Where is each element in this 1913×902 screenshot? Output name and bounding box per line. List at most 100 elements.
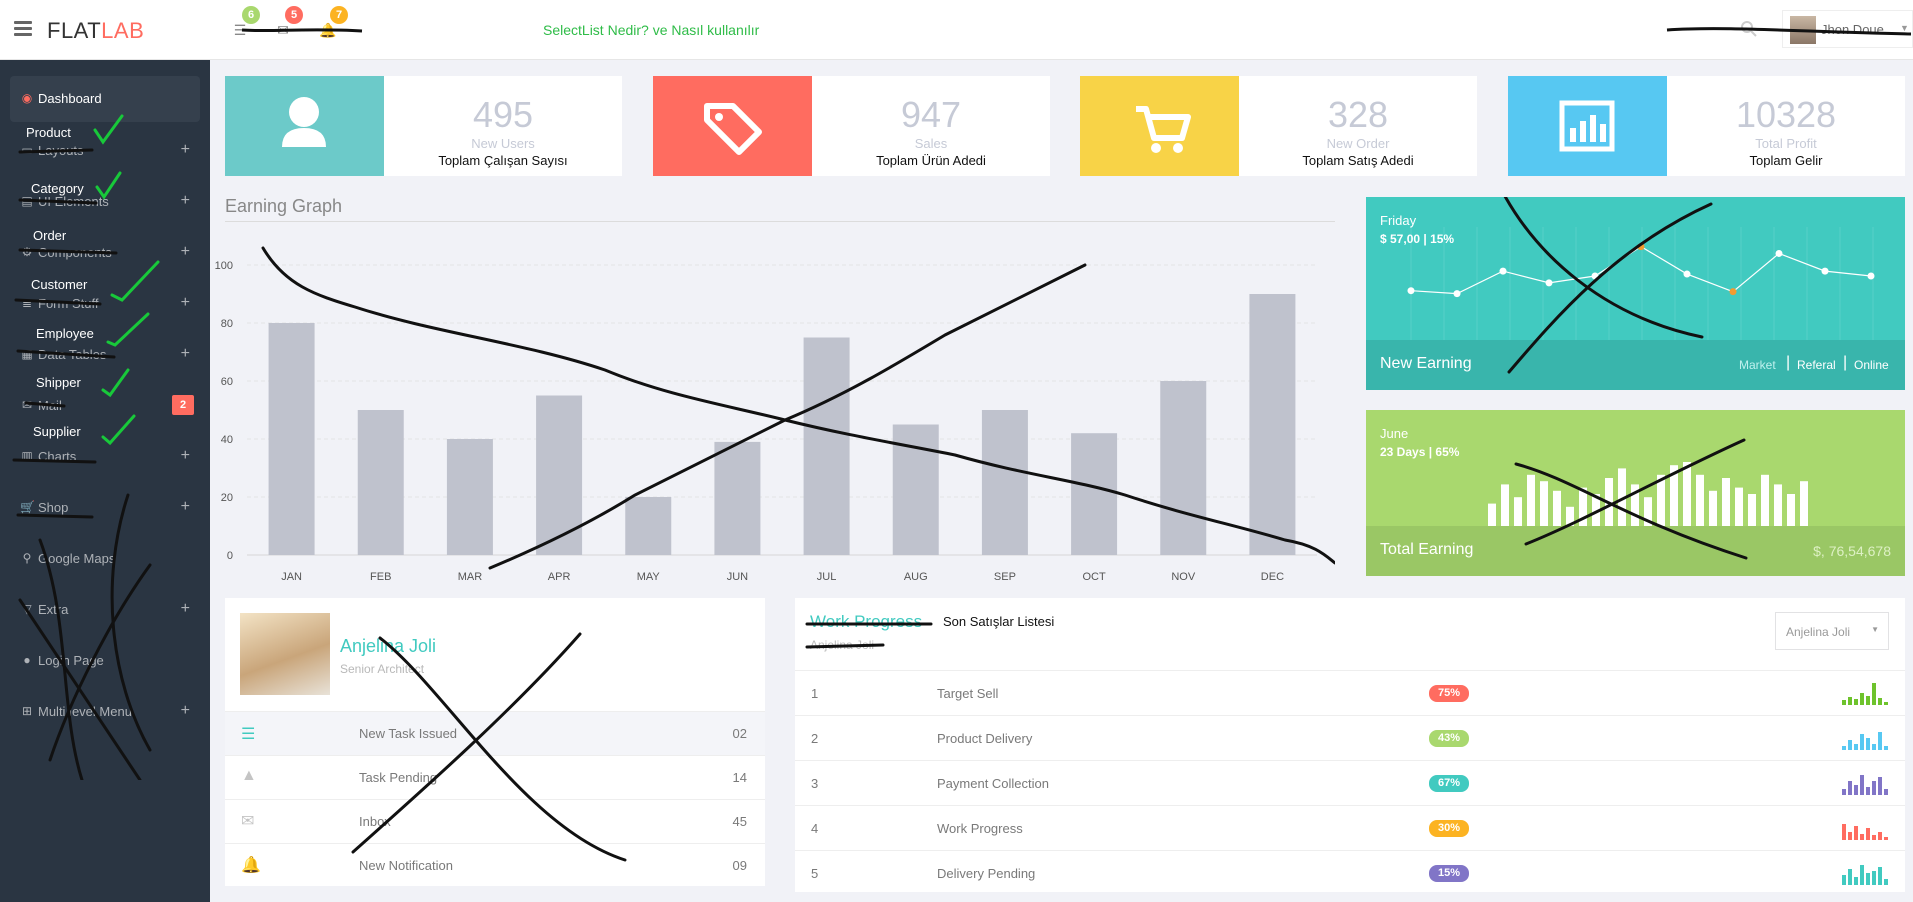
list-item[interactable]: ☰ New Task Issued 02 <box>225 711 765 755</box>
sidebar: ◉ Dashboard ▭ Layouts + ▤ UI Elements + ⚙ Comp… <box>0 60 210 902</box>
y-tick-label: 0 <box>227 550 233 562</box>
tags-icon <box>653 76 812 176</box>
sparkline-point <box>1821 267 1829 275</box>
sparkline-bar <box>1866 696 1870 705</box>
list-item[interactable]: 🔔 New Notification 09 <box>225 843 765 887</box>
list-value: 09 <box>732 858 747 873</box>
sparkline-bar <box>1579 487 1587 526</box>
person-select[interactable]: Anjelina Joli ▼ <box>1775 612 1889 650</box>
stat-card-orders[interactable]: 328 New Order Toplam Satış Adedi <box>1080 76 1477 176</box>
link-market[interactable]: Market <box>1739 358 1776 372</box>
bell-notification-icon[interactable]: 🔔 7 <box>316 6 348 42</box>
sparkline-bar <box>1884 746 1888 750</box>
table-row[interactable]: 2 Product Delivery 43% <box>795 715 1905 760</box>
search-icon[interactable] <box>1740 20 1758 38</box>
new-earning-panel: Friday $ 57,00 | 15% New Earning Market … <box>1366 197 1905 390</box>
sparkline-bar <box>1848 832 1852 840</box>
bell-badge: 7 <box>330 6 348 24</box>
sparkline-bar <box>1866 738 1870 750</box>
tasks-notification-icon[interactable]: ☰ 6 <box>228 6 260 42</box>
sparkline-bar <box>1657 474 1665 526</box>
link-online[interactable]: Online <box>1854 358 1889 372</box>
inbox-badge: 5 <box>285 6 303 24</box>
y-tick-label: 100 <box>215 260 233 272</box>
sparkline-point <box>1407 287 1415 295</box>
sparkline-icon <box>1842 824 1888 840</box>
link-referal[interactable]: Referal <box>1797 358 1836 372</box>
list-value: 02 <box>732 726 747 741</box>
handwritten-product: Product <box>26 125 71 140</box>
sidebar-item-google-maps[interactable]: ⚲ Google Maps <box>10 536 200 582</box>
sparkline-bar <box>1860 834 1864 840</box>
sparkline-bar <box>1848 697 1852 705</box>
profile-photo <box>240 613 330 695</box>
stat-card-sales[interactable]: 947 Sales Toplam Ürün Adedi <box>653 76 1050 176</box>
list-label: Inbox <box>359 814 391 829</box>
book-icon: ▤ <box>21 194 33 208</box>
percent-badge: 43% <box>1429 730 1469 747</box>
table-row[interactable]: 4 Work Progress 30% <box>795 805 1905 850</box>
logo[interactable]: FLATLAB <box>47 18 144 44</box>
sparkline-bar <box>1644 497 1652 526</box>
sidebar-item-charts[interactable]: ▥ Charts + <box>10 434 200 480</box>
sparkline-bar <box>1842 789 1846 795</box>
sidebar-item-extra[interactable]: ▽ Extra + <box>10 587 200 633</box>
sparkline-bar <box>1761 474 1769 526</box>
user-menu[interactable]: Jhon Doue ▼ <box>1782 10 1913 48</box>
sparkline-bar <box>1631 484 1639 526</box>
list-item[interactable]: ▲ Task Pending 14 <box>225 755 765 799</box>
sparkline-point <box>1499 267 1507 275</box>
logo-text-a: FLAT <box>47 18 102 43</box>
percent-badge: 30% <box>1429 820 1469 837</box>
table-row[interactable]: 5 Delivery Pending 15% <box>795 850 1905 895</box>
sparkline-bar <box>1540 481 1548 526</box>
user-icon: ● <box>23 653 31 667</box>
sparkline-bar <box>1774 484 1782 526</box>
dashboard-icon: ◉ <box>21 91 33 105</box>
bar <box>268 323 315 555</box>
percent-badge: 67% <box>1429 775 1469 792</box>
table-row[interactable]: 3 Payment Collection 67% <box>795 760 1905 805</box>
sparkline-bar <box>1722 478 1730 526</box>
list-label: New Task Issued <box>359 726 458 741</box>
sidebar-item-login-page[interactable]: ● Login Page <box>10 638 200 684</box>
tasks-badge: 6 <box>242 6 260 24</box>
separator: | <box>1786 354 1791 371</box>
bar <box>536 395 583 555</box>
warning-icon: ▲ <box>241 767 257 784</box>
sparkline-bar <box>1860 775 1864 795</box>
sparkline-bar <box>1872 683 1876 705</box>
sparkline-point <box>1867 272 1875 280</box>
inbox-notification-icon[interactable]: ✉ 5 <box>271 6 303 42</box>
sparkline-point <box>1775 249 1783 257</box>
profile-name[interactable]: Anjelina Joli <box>340 636 436 657</box>
th-icon: ▦ <box>21 347 33 361</box>
table-row[interactable]: 1 Target Sell 75% <box>795 670 1905 715</box>
sidebar-item-dashboard[interactable]: ◉ Dashboard <box>10 76 200 122</box>
handwritten-customer: Customer <box>31 277 88 292</box>
user-icon <box>225 76 384 176</box>
stat-note: Toplam Satış Adedi <box>1302 153 1414 168</box>
stat-sub: Total Profit <box>1755 136 1817 151</box>
plus-icon: + <box>180 702 190 719</box>
avatar <box>1790 16 1816 44</box>
sidebar-item-label: Data Tables <box>38 347 107 362</box>
handwritten-supplier: Supplier <box>33 424 81 439</box>
sparkline-bar <box>1848 869 1852 885</box>
list-item[interactable]: ✉ Inbox 45 <box>225 799 765 843</box>
sparkline-bar <box>1566 506 1574 526</box>
sparkline-bar <box>1884 702 1888 705</box>
bar <box>803 337 850 555</box>
x-tick-label: MAR <box>458 571 483 583</box>
sparkline-bar <box>1872 871 1876 885</box>
menu-toggle-icon[interactable] <box>14 21 32 36</box>
sidebar-item-shop[interactable]: 🛒 Shop + <box>10 485 200 531</box>
sparkline-bar <box>1878 698 1882 705</box>
stat-card-profit[interactable]: 10328 Total Profit Toplam Gelir <box>1508 76 1905 176</box>
stat-card-users[interactable]: 495 New Users Toplam Çalışan Sayısı <box>225 76 622 176</box>
sparkline-bar <box>1854 699 1858 705</box>
bar <box>1160 381 1207 555</box>
sidebar-item-multi-level-menu[interactable]: ⊞ Multi level Menu + <box>10 689 200 735</box>
panel-title: New Earning <box>1380 355 1472 372</box>
user-name: Jhon Doue <box>1821 22 1884 37</box>
